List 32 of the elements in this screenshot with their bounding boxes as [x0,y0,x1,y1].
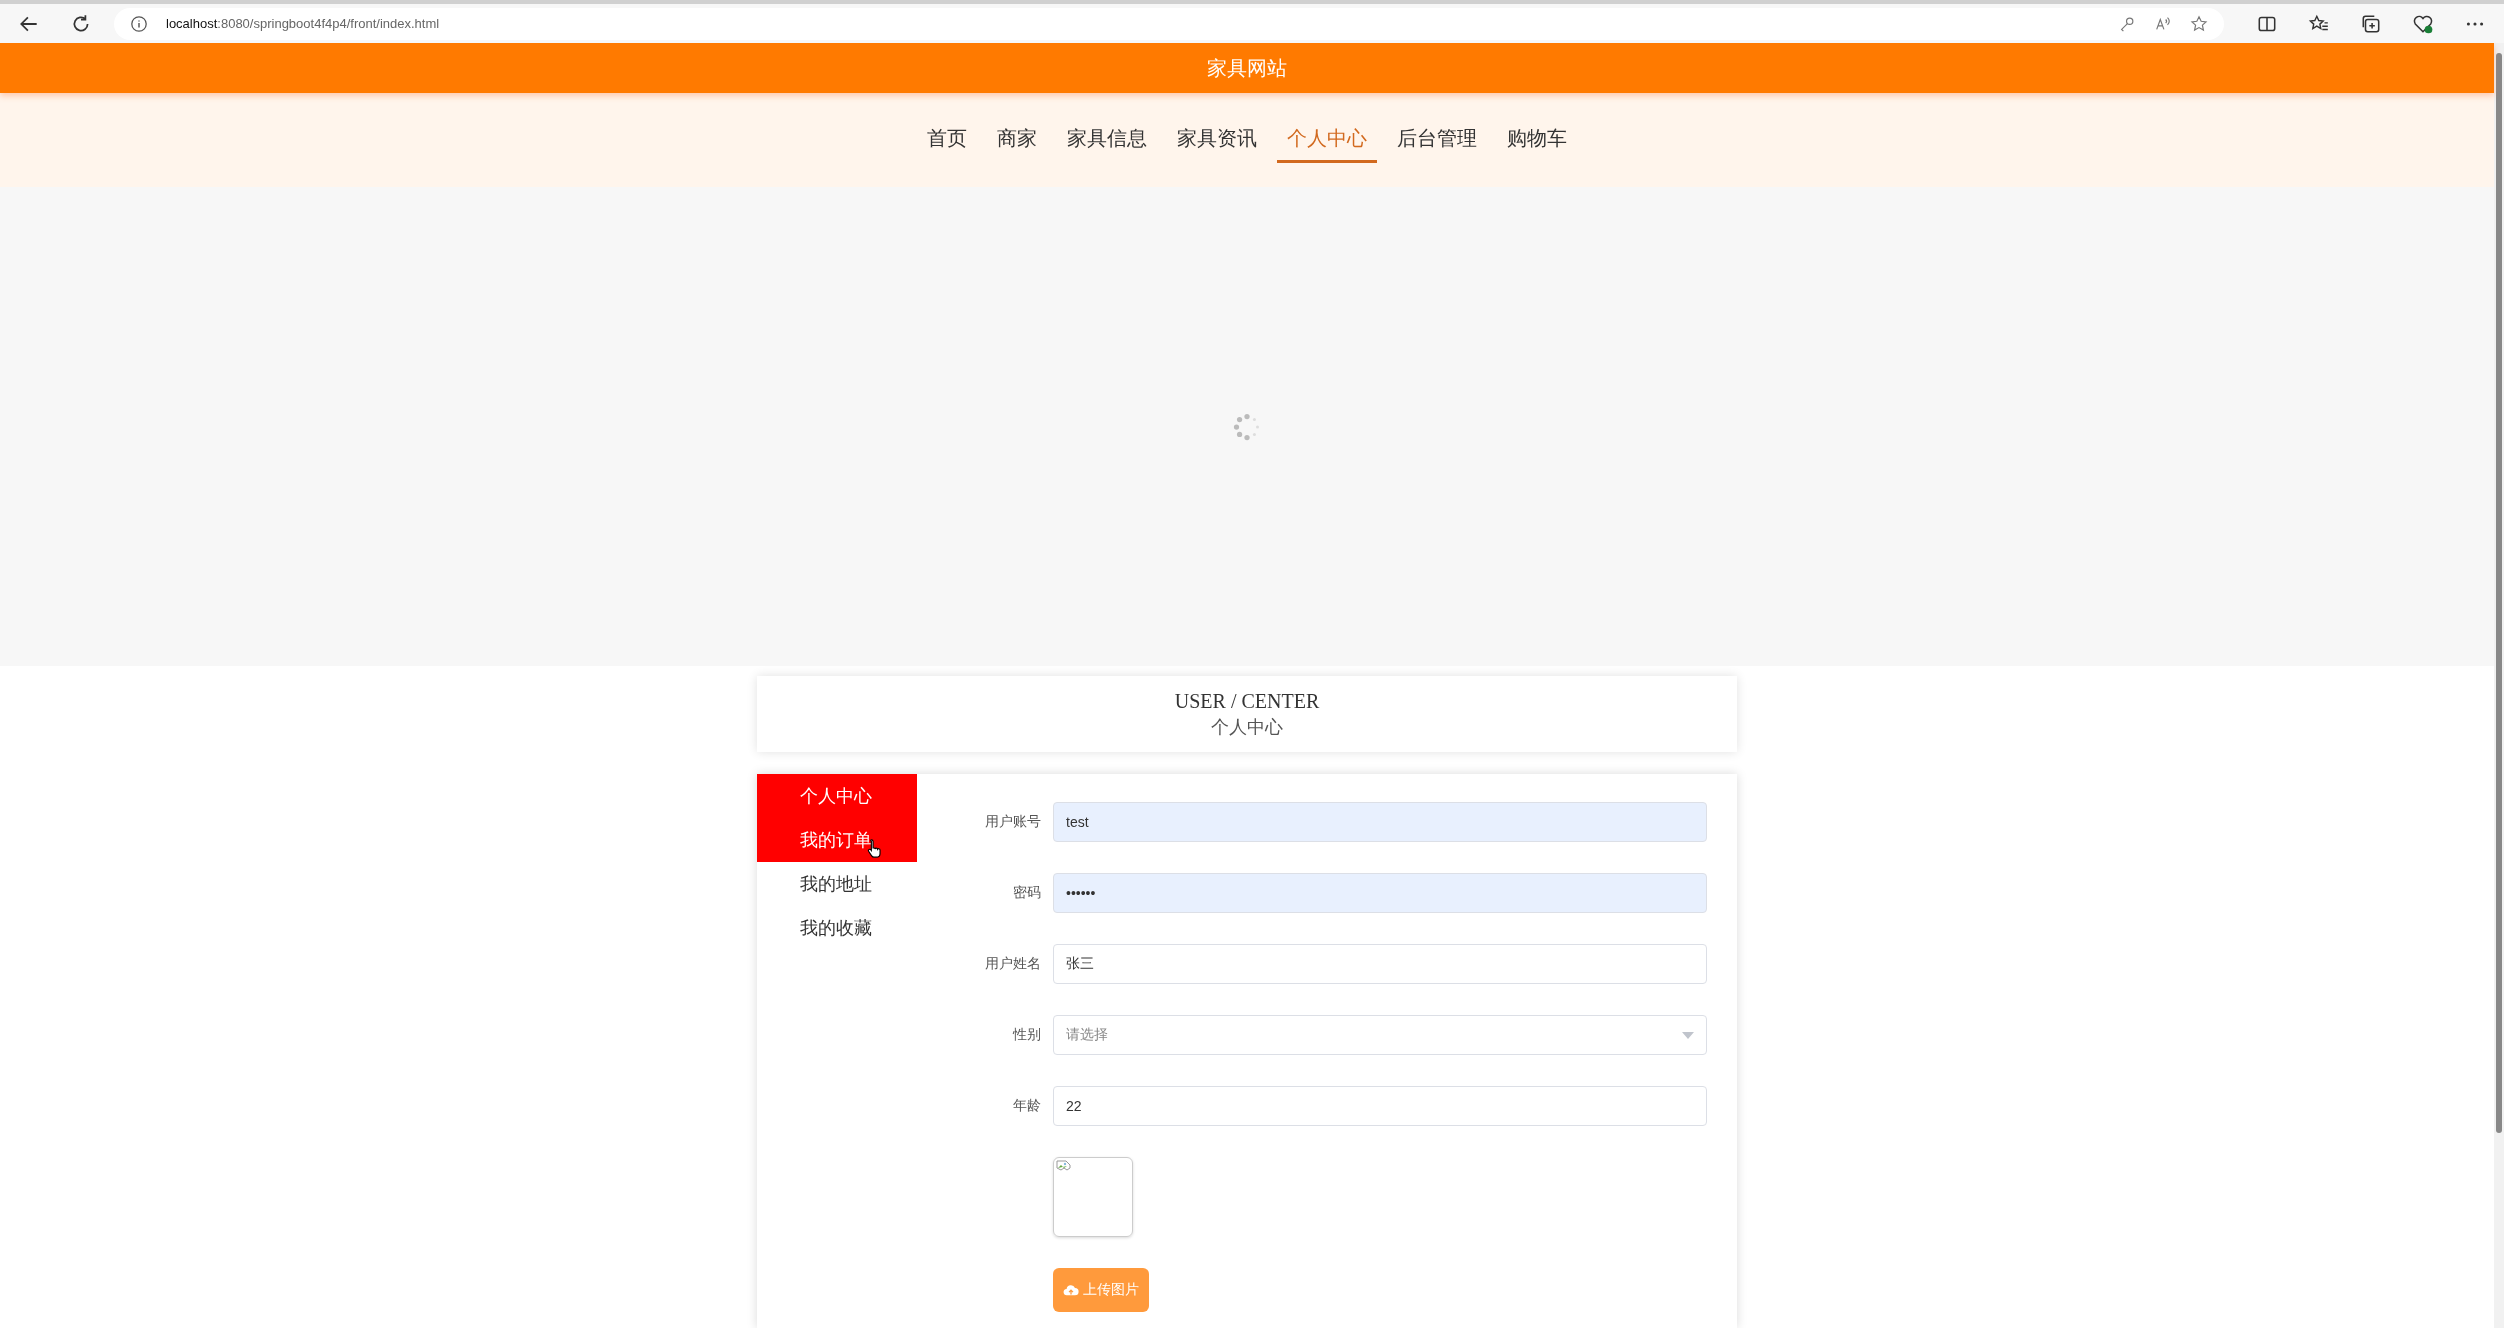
sidebar-item[interactable]: 我的地址 [757,862,917,906]
field-label: 密码 [1012,884,1041,902]
url-text: localhost:8080/springboot4f4p4/front/index.html [166,16,440,31]
cloud-upload-icon [1063,1283,1079,1297]
field-label: 性别 [1011,1026,1041,1044]
star-icon[interactable] [2190,14,2208,33]
field-label: 年龄 [1012,1097,1041,1115]
nav-tab[interactable]: 后台管理 [1387,117,1487,163]
broken-image-icon [1053,1157,1133,1237]
nav-tab[interactable]: 购物车 [1497,117,1577,163]
input-field[interactable]: 22 [1053,1086,1707,1126]
address-bar[interactable]: localhost:8080/springboot4f4p4/front/index.html [114,7,2224,40]
nav-tab[interactable]: 家具信息 [1057,117,1157,163]
site-title: 家具网站 [1207,54,1287,82]
sidebar-item[interactable]: 个人中心 [757,774,917,818]
section-title: USER / CENTER [1174,689,1320,713]
input-field[interactable]: •••••• [1053,873,1707,913]
scrollbar[interactable] [2494,43,2504,1328]
section-subtitle: 个人中心 [1211,714,1283,739]
caret-icon [1682,1031,1694,1039]
info-icon[interactable] [130,14,148,33]
sidebar-item[interactable]: 我的收藏 [757,906,917,950]
nav-tab[interactable]: 商家 [987,117,1047,163]
sidebar-item[interactable]: 我的订单 [757,818,917,862]
scrollbar-thumb[interactable] [2496,53,2502,1133]
input-field[interactable]: 张三 [1053,944,1707,984]
nav-tab[interactable]: 首页 [917,117,977,163]
input-field[interactable]: test [1053,802,1707,842]
select-field[interactable]: 请选择 [1053,1015,1707,1055]
nav-tab[interactable]: 家具资讯 [1167,117,1267,163]
field-label: 用户账号 [984,813,1041,831]
field-label: 用户姓名 [984,955,1041,973]
